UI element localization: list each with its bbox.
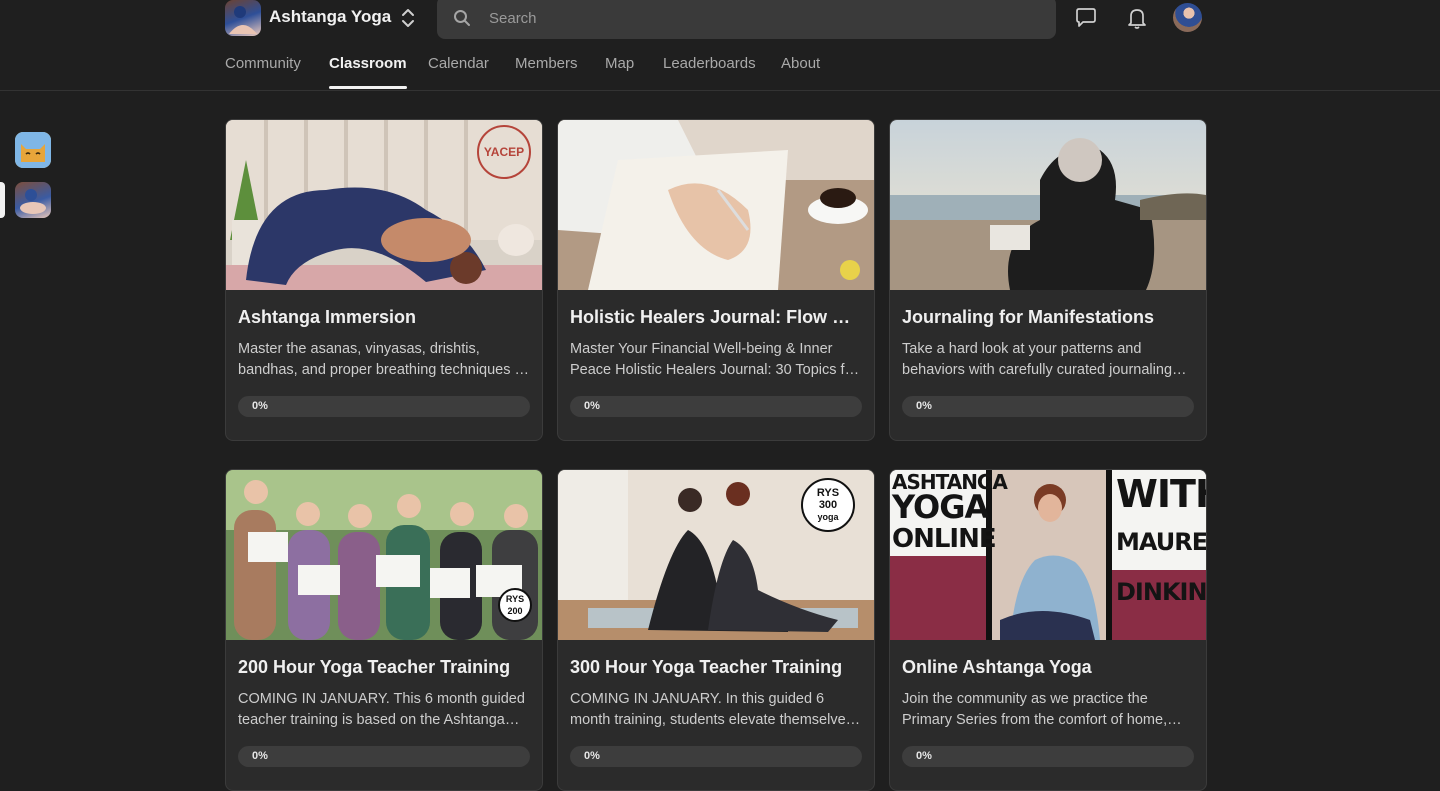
course-description: Join the community as we practice the Pr… — [902, 691, 1168, 728]
course-title: 200 Hour Yoga Teacher Training — [238, 657, 511, 677]
course-title: Holistic Healers Journal: Flow Prompts — [570, 307, 862, 327]
course-title: 300 Hour Yoga Teacher Training — [570, 657, 843, 677]
course-thumbnail: RYS 300 yoga — [558, 470, 874, 640]
course-title: Online Ashtanga Yoga — [902, 657, 1092, 677]
course-progress: 0% — [570, 746, 862, 767]
tab-about[interactable]: About — [781, 55, 820, 72]
yoga-logo-icon — [20, 189, 46, 214]
tab-classroom[interactable]: Classroom — [329, 55, 407, 89]
group-switch-cat-app[interactable] — [15, 132, 51, 168]
group-logo-image — [229, 6, 257, 34]
course-progress: 0% — [902, 396, 1194, 417]
search-icon — [454, 10, 470, 26]
course-thumbnail: YACEP — [226, 120, 542, 290]
course-title: Ashtanga Immersion — [238, 307, 417, 327]
course-card[interactable]: Journaling for Manifestations Take a har… — [889, 119, 1207, 441]
progress-label: 0% — [584, 400, 600, 412]
progress-label: 0% — [916, 400, 932, 412]
group-logo[interactable] — [225, 0, 261, 36]
poster-word-online: ONLINE — [892, 524, 997, 554]
user-avatar[interactable] — [1173, 3, 1202, 32]
tab-calendar[interactable]: Calendar — [428, 55, 489, 72]
badge-rys: RYS — [816, 487, 840, 499]
course-progress: 0% — [902, 746, 1194, 767]
course-thumbnail: ASHTANGA YOGA ONLINE WITH MAUREEN DINKIN… — [890, 470, 1206, 640]
group-name[interactable]: Ashtanga Yoga — [269, 7, 391, 27]
course-progress: 0% — [238, 746, 530, 767]
badge-300: 300 — [818, 499, 838, 511]
poster-word-yoga: YOGA — [892, 488, 989, 526]
tab-members[interactable]: Members — [515, 55, 578, 72]
course-description: COMING IN JANUARY. This 6 month guided t… — [238, 691, 525, 728]
course-card[interactable]: Holistic Healers Journal: Flow Prompts M… — [557, 119, 875, 441]
top-bar: Ashtanga Yoga Community Classroom Calend… — [0, 0, 1440, 91]
course-thumbnail: RYS 200 — [226, 470, 542, 640]
cat-logo-icon — [15, 132, 51, 168]
course-description: Take a hard look at your patterns and be… — [902, 341, 1173, 378]
course-thumbnail — [558, 120, 874, 290]
group-switch-ashtanga-yoga[interactable] — [15, 182, 51, 218]
course-progress: 0% — [238, 396, 530, 417]
tab-community[interactable]: Community — [225, 55, 301, 72]
poster-word-with: WITH — [1116, 472, 1206, 516]
progress-label: 0% — [252, 400, 268, 412]
course-card[interactable]: RYS 200 200 Hour Yoga Teacher Training C… — [225, 469, 543, 791]
course-progress: 0% — [570, 396, 862, 417]
course-title: Journaling for Manifestations — [902, 307, 1155, 327]
course-card[interactable]: RYS 300 yoga 300 Hour Yoga Teacher Train… — [557, 469, 875, 791]
active-group-indicator — [0, 182, 5, 218]
tab-map[interactable]: Map — [605, 55, 634, 72]
switcher-chevrons-icon[interactable] — [398, 6, 418, 30]
tab-leaderboards[interactable]: Leaderboards — [663, 55, 756, 72]
badge-yoga: yoga — [817, 512, 839, 522]
course-description: COMING IN JANUARY. In this guided 6 mont… — [570, 691, 853, 728]
course-description: Master the asanas, vinyasas, drishtis, b… — [238, 341, 527, 378]
search-bar[interactable] — [437, 0, 1056, 39]
progress-label: 0% — [252, 750, 268, 762]
poster-word-maureen: MAUREEN — [1116, 528, 1206, 556]
progress-label: 0% — [584, 750, 600, 762]
chat-icon[interactable] — [1074, 6, 1098, 30]
yacep-badge: YACEP — [477, 125, 531, 179]
search-input[interactable] — [487, 6, 1031, 30]
progress-label: 0% — [916, 750, 932, 762]
course-description: Master Your Financial Well-being & Inner… — [570, 341, 858, 378]
course-card[interactable]: YACEP Ashtanga Immersion Master the asan… — [225, 119, 543, 441]
bell-icon[interactable] — [1125, 6, 1149, 30]
rys-300-badge: RYS 300 yoga — [801, 478, 855, 532]
course-card[interactable]: ASHTANGA YOGA ONLINE WITH MAUREEN DINKIN… — [889, 469, 1207, 791]
rys-200-badge: RYS 200 — [498, 588, 532, 622]
poster-word-dinkins: DINKINS — [1116, 578, 1206, 606]
course-thumbnail — [890, 120, 1206, 290]
group-rail — [0, 0, 60, 766]
